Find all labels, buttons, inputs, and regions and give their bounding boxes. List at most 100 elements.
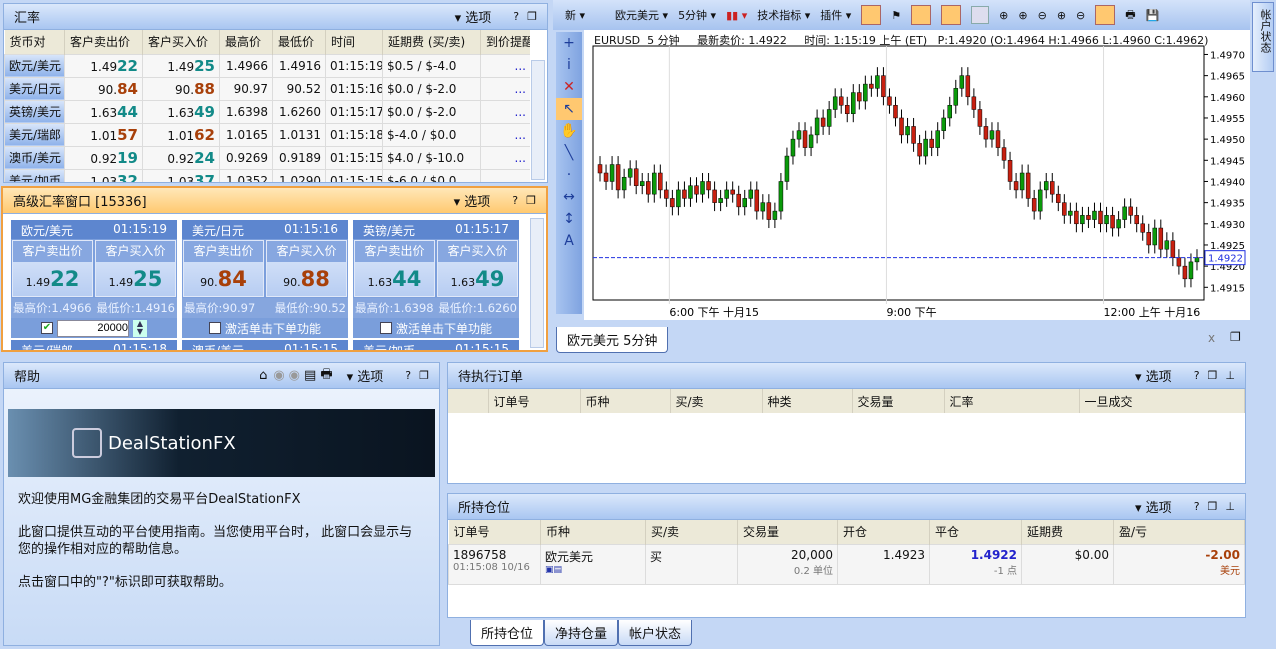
buy-price[interactable]: 90.88	[142, 76, 220, 101]
sell-price[interactable]: 1.0332	[64, 168, 143, 182]
help-icon[interactable]: ?	[512, 194, 518, 207]
rate-row[interactable]: 欧元/美元 1.4922 1.4925 1.4966 1.4916 01:15:19 $0.…	[4, 53, 530, 78]
line-icon[interactable]: ╲	[556, 142, 582, 164]
sell-button[interactable]: 客户卖出价 1.4922	[12, 240, 93, 297]
restore-icon[interactable]: ❐	[1208, 500, 1218, 513]
v-measure-icon[interactable]: ↕	[556, 208, 582, 230]
pair-cell[interactable]: 美元/日元	[4, 76, 65, 101]
column-header[interactable]: 种类	[762, 389, 853, 413]
help-icon[interactable]: ?	[1194, 369, 1200, 382]
options-menu[interactable]: ▾ 选项	[347, 366, 384, 385]
zigzag-icon[interactable]	[941, 5, 962, 25]
options-menu[interactable]: ▾ 选项	[1135, 497, 1172, 516]
oneclick-checkbox[interactable]	[379, 322, 392, 334]
sell-button[interactable]: 客户卖出价 90.84	[183, 240, 264, 297]
sell-button[interactable]: 客户卖出价 1.6344	[354, 240, 435, 297]
print-icon[interactable]: 🖶	[320, 365, 332, 387]
delete-icon[interactable]: ✕	[556, 76, 582, 98]
oneclick-checkbox[interactable]	[208, 322, 221, 334]
options-menu[interactable]: ▾ 选项	[455, 7, 492, 26]
hand-icon[interactable]: ✋	[556, 120, 582, 142]
column-header[interactable]: 盈/亏	[1113, 520, 1245, 544]
column-header[interactable]: 最高价	[219, 30, 273, 54]
column-header[interactable]: 时间	[325, 30, 383, 54]
column-header[interactable]: 订单号	[448, 520, 541, 544]
help-icon[interactable]: ?	[513, 10, 519, 23]
tab-0[interactable]: 所持仓位	[470, 620, 545, 646]
column-header[interactable]: 交易量	[737, 520, 838, 544]
info-icon[interactable]: i	[556, 54, 582, 76]
oneclick-checkbox[interactable]: ✔	[41, 322, 53, 334]
restore-icon[interactable]: ❐	[526, 194, 536, 207]
buy-price[interactable]: 1.4925	[142, 53, 220, 78]
sell-price[interactable]: 1.6344	[64, 99, 143, 124]
pair-cell[interactable]: 美元/加币	[4, 168, 65, 182]
alert-button[interactable]: ...	[480, 122, 530, 147]
forward-icon[interactable]: ◉	[289, 368, 300, 383]
zoom-in-y-icon[interactable]: ⊕	[1057, 9, 1066, 22]
help-icon[interactable]: ?	[1194, 500, 1200, 513]
indicators-menu[interactable]: 技术指标 ▾	[757, 7, 810, 23]
alert-button[interactable]: ...	[480, 99, 530, 124]
help-icon[interactable]: ?	[405, 369, 411, 382]
column-header[interactable]: 一旦成交	[1079, 389, 1245, 413]
column-header[interactable]: 汇率	[944, 389, 1080, 413]
options-menu[interactable]: ▾ 选项	[454, 191, 491, 210]
home-icon[interactable]: ⌂	[259, 368, 267, 383]
volume-icon[interactable]	[861, 5, 882, 25]
rate-row[interactable]: 澳币/美元 0.9219 0.9224 0.9269 0.9189 01:15:15 $4.…	[4, 145, 530, 170]
pair-cell[interactable]: 英镑/美元	[4, 99, 65, 124]
candlestick-type-icon[interactable]: ▮▮ ▾	[726, 9, 747, 22]
page-icon[interactable]: ▤	[304, 368, 316, 383]
new-menu[interactable]: 新 ▾	[565, 7, 585, 23]
tab-eurusd-5m[interactable]: 欧元美元 5分钟	[556, 327, 669, 353]
options-menu[interactable]: ▾ 选项	[1135, 366, 1172, 385]
chart-area[interactable]: EURUSD 5 分钟 最新卖价: 1.4922 时间: 1:15:19 上午 …	[584, 30, 1250, 320]
save-icon[interactable]: 💾	[1146, 9, 1160, 22]
plugins-menu[interactable]: 插件 ▾	[820, 7, 851, 23]
column-header[interactable]: 延期费	[1021, 520, 1114, 544]
column-header[interactable]: 币种	[580, 389, 671, 413]
pair-cell[interactable]: 美元/瑞郎	[4, 122, 65, 147]
quantity-input[interactable]	[57, 319, 129, 337]
buy-price[interactable]: 1.6349	[142, 99, 220, 124]
column-header[interactable]: 延期费 (买/卖)	[382, 30, 481, 54]
h-measure-icon[interactable]: ↔	[556, 186, 582, 208]
column-header[interactable]: 货币对	[4, 30, 65, 54]
cursor-icon[interactable]: ↖	[556, 98, 582, 120]
rate-row[interactable]: 美元/加币 1.0332 1.0337 1.0352 1.0290 01:15:15 $-6…	[4, 168, 530, 182]
restore-icon[interactable]: ❐	[1230, 330, 1241, 344]
advanced-scrollbar[interactable]	[530, 218, 544, 348]
column-header[interactable]: 到价提醒	[480, 30, 530, 54]
alert-button[interactable]: ...	[480, 145, 530, 170]
tab-2[interactable]: 帐户状态	[618, 620, 693, 646]
column-header[interactable]: 开仓	[837, 520, 930, 544]
pin-icon[interactable]: ⊥	[1225, 369, 1235, 382]
restore-icon[interactable]: ❐	[1208, 369, 1218, 382]
pin-icon[interactable]: ⊥	[1225, 500, 1235, 513]
buy-price[interactable]: 1.0162	[142, 122, 220, 147]
text-icon[interactable]: A	[556, 230, 582, 252]
sell-price[interactable]: 90.84	[64, 76, 143, 101]
print-icon[interactable]: 🖶	[1125, 6, 1135, 25]
pair-cell[interactable]: 澳币/美元	[4, 145, 65, 170]
trendline-icon[interactable]	[911, 5, 932, 25]
buy-button[interactable]: 客户买入价 1.4925	[95, 240, 176, 297]
arrow-icon[interactable]: ·	[556, 164, 582, 186]
buy-price[interactable]: 1.0337	[142, 168, 220, 182]
position-row[interactable]: 1896758 01:15:08 10/16 欧元美元 ▣▤ 买 20,000 0.2 单位…	[448, 543, 1245, 585]
tab-1[interactable]: 净持仓量	[544, 620, 619, 646]
zoom-in-x-icon[interactable]: ⊕	[1018, 9, 1027, 22]
pair-cell[interactable]: 欧元/美元	[4, 53, 65, 78]
rate-row[interactable]: 英镑/美元 1.6344 1.6349 1.6398 1.6260 01:15:17 $0.…	[4, 99, 530, 124]
zoom-out-y-icon[interactable]: ⊖	[1076, 9, 1085, 22]
buy-price[interactable]: 0.9224	[142, 145, 220, 170]
column-header[interactable]: 平仓	[929, 520, 1022, 544]
sell-price[interactable]: 0.9219	[64, 145, 143, 170]
fit-icon[interactable]	[971, 6, 990, 24]
zoom-out-icon[interactable]: ⊖	[1038, 9, 1047, 22]
column-header[interactable]: 最低价	[272, 30, 326, 54]
column-header[interactable]: 客户卖出价	[64, 30, 143, 54]
rate-row[interactable]: 美元/瑞郎 1.0157 1.0162 1.0165 1.0131 01:15:18 $-4…	[4, 122, 530, 147]
close-chart-icon[interactable]: x	[1208, 331, 1215, 345]
